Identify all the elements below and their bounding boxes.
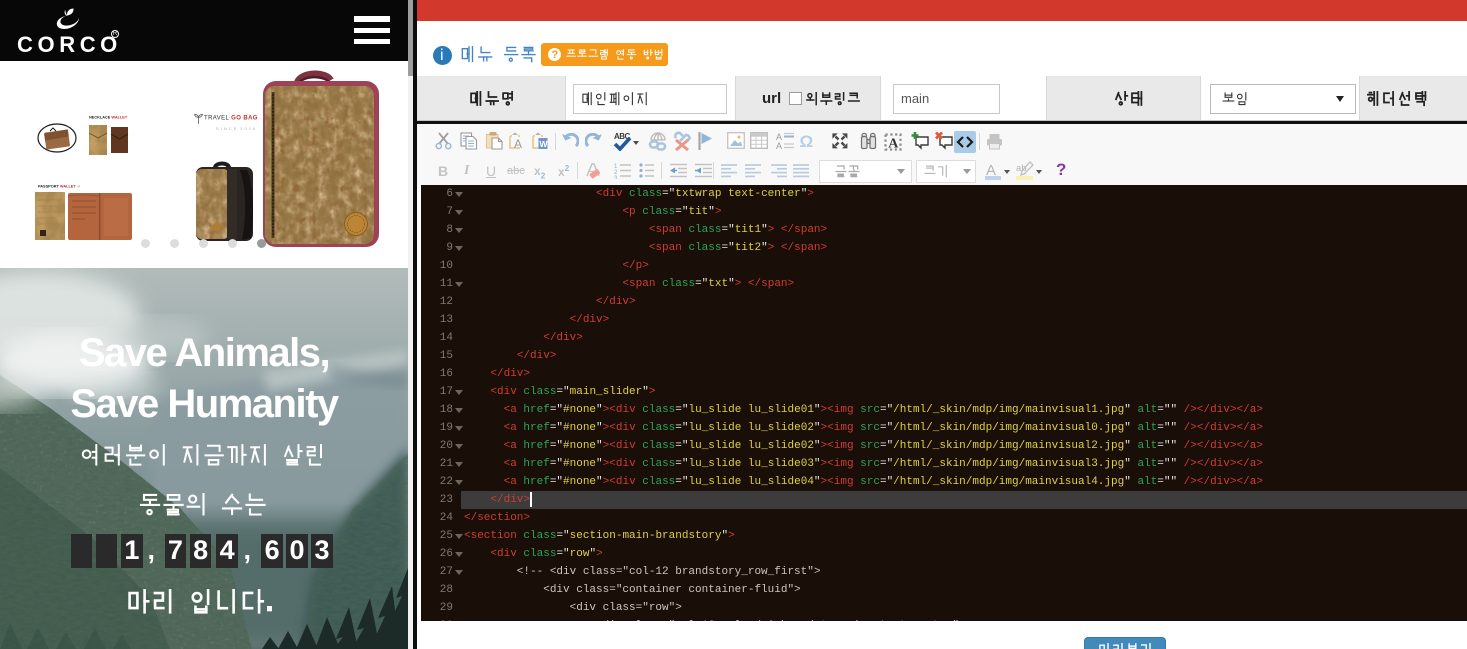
svg-text:A: A bbox=[776, 141, 782, 149]
svg-text:?: ? bbox=[1056, 160, 1066, 179]
svg-text:W: W bbox=[540, 139, 549, 149]
svg-text:A: A bbox=[888, 137, 899, 152]
svg-text:A: A bbox=[986, 162, 996, 177]
svg-text:3: 3 bbox=[614, 176, 618, 179]
svg-text:.: . bbox=[266, 589, 273, 616]
svg-text:A: A bbox=[514, 137, 522, 150]
svg-text:Ω: Ω bbox=[800, 132, 814, 151]
